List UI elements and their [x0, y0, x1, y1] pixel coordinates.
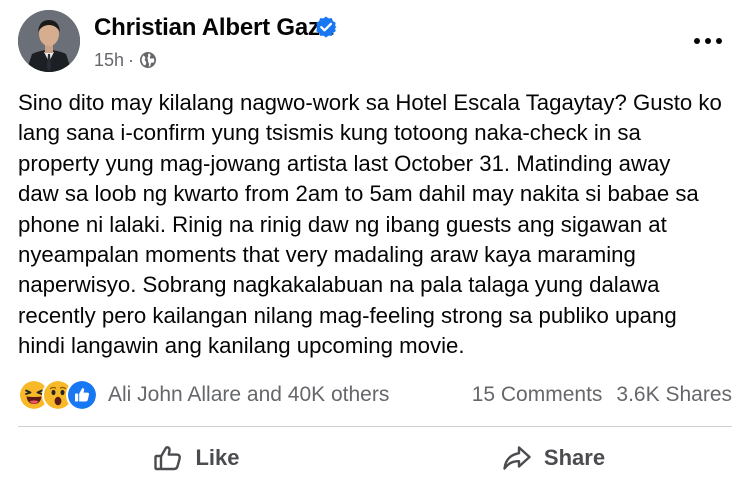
share-button-label: Share [543, 445, 606, 470]
reactors-text[interactable]: Ali John Allare and 40K others [108, 383, 389, 407]
post-text-line: hindi langawin ang kanilang upcoming mov… [18, 333, 465, 359]
post-timestamp[interactable]: 15h [94, 50, 124, 71]
divider [18, 426, 732, 427]
post-text-line: nyeampalan moments that very madaling ar… [18, 242, 636, 268]
post-text-line: recently pero kailangan nilang mag-feeli… [18, 302, 677, 328]
thumbs-up-icon [154, 446, 182, 471]
action-bar: Like Share [18, 434, 732, 482]
verified-badge-icon [315, 16, 337, 38]
reaction-icons [18, 379, 98, 411]
author-name[interactable]: Christian Albert Gaza [94, 14, 333, 42]
post-text-line: naperwisyo. Sobrang nagkakalabuan na pal… [18, 272, 660, 298]
like-icon [66, 379, 98, 411]
share-button[interactable]: Share [375, 434, 732, 482]
share-arrow-icon [503, 446, 531, 470]
more-options-button[interactable] [688, 26, 728, 56]
shares-count[interactable]: 3.6K Shares [616, 383, 732, 407]
more-options-icon [694, 38, 722, 44]
meta-separator: · [128, 49, 135, 70]
comments-count[interactable]: 15 Comments [472, 383, 603, 407]
like-button-label: Like [195, 445, 240, 470]
avatar[interactable] [18, 10, 80, 72]
post-text-line: property yung mag-jowang artista last Oc… [18, 150, 671, 176]
avatar-image [18, 10, 80, 72]
post-text: Sino dito may kilalang nagwo-work sa Hot… [18, 88, 738, 362]
facebook-post: Christian Albert Gaza 15h · Sino dito ma… [0, 0, 750, 482]
post-meta: 15h · [94, 48, 157, 72]
post-text-line: daw sa loob ng kwarto from 2am to 5am da… [18, 181, 699, 207]
like-button[interactable]: Like [18, 434, 375, 482]
post-text-line: lang sana i-confirm yung tsismis kung to… [18, 120, 641, 146]
reactions-summary[interactable]: Ali John Allare and 40K others [18, 379, 389, 411]
engagement-counts: 15 Comments 3.6K Shares [472, 380, 732, 410]
post-text-line: phone ni lalaki. Rinig na rinig daw ng i… [18, 211, 667, 237]
globe-icon[interactable] [139, 51, 157, 69]
post-text-line: Sino dito may kilalang nagwo-work sa Hot… [18, 90, 722, 115]
